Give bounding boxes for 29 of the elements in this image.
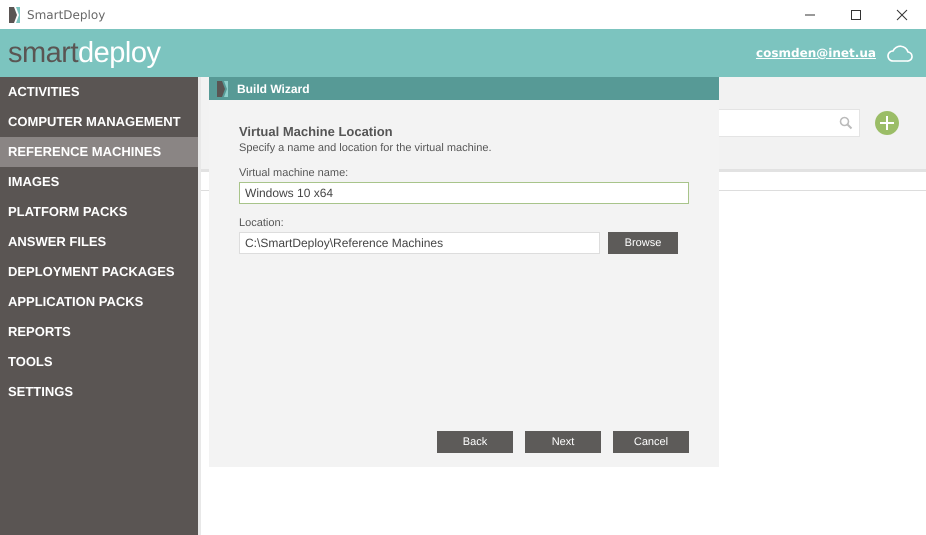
sidebar-item[interactable]: TOOLS — [0, 347, 198, 377]
sidebar-item[interactable]: PLATFORM PACKS — [0, 197, 198, 227]
chevron-logo-icon — [215, 80, 229, 96]
sidebar-item[interactable]: SETTINGS — [0, 377, 198, 407]
logo: smartdeploy — [8, 36, 160, 70]
search-icon — [839, 116, 853, 130]
wizard-button[interactable]: Back — [437, 431, 513, 453]
wizard-button[interactable]: Next — [525, 431, 601, 453]
input-field[interactable]: C:\SmartDeploy\Reference Machines — [239, 232, 600, 254]
window-title: SmartDeploy — [27, 8, 106, 22]
sidebar-item[interactable]: COMPUTER MANAGEMENT — [0, 107, 198, 137]
close-icon[interactable] — [896, 8, 908, 20]
browse-button[interactable]: Browse — [608, 232, 678, 254]
sidebar-item[interactable]: IMAGES — [0, 167, 198, 197]
wizard-button[interactable]: Cancel — [613, 431, 689, 453]
sidebar-item[interactable]: REFERENCE MACHINES — [0, 137, 198, 167]
wizard-title: Build Wizard — [237, 82, 310, 96]
field-label: Location: — [239, 217, 285, 229]
step-heading: Virtual Machine Location — [239, 124, 394, 139]
maximize-icon[interactable] — [850, 8, 862, 20]
sidebar-item[interactable]: DEPLOYMENT PACKAGES — [0, 257, 198, 287]
step-description: Specify a name and location for the virtual machine. — [239, 142, 493, 154]
sidebar-item[interactable]: REPORTS — [0, 317, 198, 347]
field-label: Virtual machine name: — [239, 167, 350, 179]
sidebar-item[interactable]: ANSWER FILES — [0, 227, 198, 257]
sidebar-item[interactable]: ACTIVITIES — [0, 77, 198, 107]
app-icon — [7, 6, 21, 22]
input-field[interactable]: Windows 10 x64 — [239, 182, 689, 204]
sidebar-item[interactable]: APPLICATION PACKS — [0, 287, 198, 317]
